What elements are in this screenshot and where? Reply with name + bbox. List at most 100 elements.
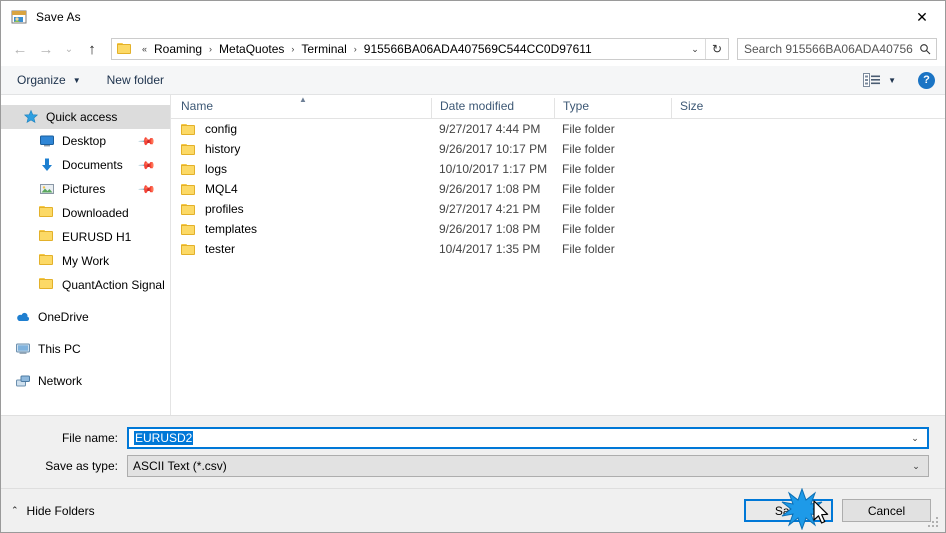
file-type-cell: File folder <box>562 142 615 156</box>
breadcrumb-item-1[interactable]: MetaQuotes <box>217 42 286 56</box>
title-bar: Save As ✕ <box>1 1 945 32</box>
filetype-select[interactable]: ASCII Text (*.csv) ⌄ <box>127 455 929 477</box>
file-name-cell: logs <box>171 162 431 176</box>
filetype-label: Save as type: <box>45 459 118 473</box>
breadcrumb-item-2[interactable]: Terminal <box>299 42 348 56</box>
search-icon <box>913 43 936 55</box>
dialog-body: Quick access Desktop 📌 Documents 📌 Pictu… <box>1 95 945 416</box>
file-date-cell: 9/26/2017 1:08 PM <box>439 182 541 196</box>
hide-folders-button[interactable]: ⌃ Hide Folders <box>11 504 95 518</box>
sidebar-item-network[interactable]: Network <box>1 369 170 393</box>
sidebar-item-desktop[interactable]: Desktop 📌 <box>1 129 170 153</box>
table-row[interactable]: config 9/27/2017 4:44 PM File folder <box>171 119 945 139</box>
file-name-cell: profiles <box>171 202 431 216</box>
sidebar-item-my-work[interactable]: My Work <box>1 249 170 273</box>
pin-icon[interactable]: 📌 <box>138 180 157 198</box>
folder-icon <box>181 223 197 236</box>
chevron-down-icon[interactable]: ⌄ <box>903 433 927 444</box>
network-icon <box>15 373 31 389</box>
folder-icon <box>181 243 197 256</box>
sidebar-item-eurusd-h1[interactable]: EURUSD H1 <box>1 225 170 249</box>
file-name-cell: tester <box>171 242 431 256</box>
file-date-cell: 9/27/2017 4:21 PM <box>439 202 541 216</box>
column-header-size[interactable]: Size <box>671 98 751 118</box>
sidebar-item-pictures[interactable]: Pictures 📌 <box>1 177 170 201</box>
recent-locations-button[interactable]: ⌄ <box>59 36 79 62</box>
file-date-cell: 10/4/2017 1:35 PM <box>439 242 541 256</box>
search-input[interactable]: Search 915566BA06ADA40756... <box>737 38 937 60</box>
save-button[interactable]: Save <box>744 499 833 522</box>
table-row[interactable]: logs 10/10/2017 1:17 PM File folder <box>171 159 945 179</box>
sidebar-item-quick-access[interactable]: Quick access <box>1 105 170 129</box>
command-bar-right: ▼ ? <box>863 71 935 89</box>
file-name-label: templates <box>205 222 258 236</box>
folder-icon <box>39 205 55 221</box>
address-bar[interactable]: « Roaming › MetaQuotes › Terminal › 9155… <box>111 38 729 60</box>
file-name-label: profiles <box>205 202 244 216</box>
back-button[interactable]: ← <box>7 36 33 62</box>
new-folder-button[interactable]: New folder <box>107 73 164 87</box>
chevron-down-icon[interactable]: ▼ <box>888 76 896 85</box>
navigation-bar: ← → ⌄ ↑ « Roaming › MetaQuotes › Termina… <box>1 32 945 66</box>
organize-button[interactable]: Organize ▼ <box>17 73 81 87</box>
dialog-footer: ⌃ Hide Folders Save Cancel <box>1 488 945 532</box>
file-date-cell: 9/27/2017 4:44 PM <box>439 122 541 136</box>
sidebar-item-label: My Work <box>62 254 110 268</box>
chevron-down-icon[interactable]: ⌄ <box>685 39 705 59</box>
column-header-date-modified[interactable]: Date modified <box>431 98 554 118</box>
sidebar-item-label: Pictures <box>62 182 106 196</box>
star-icon <box>23 109 39 125</box>
onedrive-icon <box>15 309 31 325</box>
folder-icon <box>181 203 197 216</box>
sidebar-item-downloaded[interactable]: Downloaded <box>1 201 170 225</box>
close-icon[interactable]: ✕ <box>899 1 945 32</box>
file-date-cell: 10/10/2017 1:17 PM <box>439 162 548 176</box>
file-name-cell: config <box>171 122 431 136</box>
chevron-right-icon: › <box>291 44 295 54</box>
sidebar-item-quantaction-signal[interactable]: QuantAction Signal <box>1 273 170 297</box>
organize-label: Organize <box>17 73 66 87</box>
folder-icon <box>117 42 133 56</box>
chevron-down-icon[interactable]: ⌄ <box>904 461 928 472</box>
filetype-value: ASCII Text (*.csv) <box>133 459 227 473</box>
breadcrumb-overflow[interactable]: « <box>137 44 152 54</box>
filename-input[interactable]: EURUSD2 ⌄ <box>127 427 929 449</box>
table-row[interactable]: templates 9/26/2017 1:08 PM File folder <box>171 219 945 239</box>
sidebar-item-label: EURUSD H1 <box>62 230 132 244</box>
refresh-icon[interactable]: ↻ <box>705 39 728 59</box>
table-row[interactable]: profiles 9/27/2017 4:21 PM File folder <box>171 199 945 219</box>
help-button[interactable]: ? <box>918 71 935 89</box>
view-options-icon[interactable] <box>863 73 881 87</box>
table-row[interactable]: history 9/26/2017 10:17 PM File folder <box>171 139 945 159</box>
breadcrumb: « Roaming › MetaQuotes › Terminal › 9155… <box>137 42 685 56</box>
up-button[interactable]: ↑ <box>79 36 105 62</box>
folder-icon <box>181 143 197 156</box>
chevron-up-icon: ⌃ <box>11 505 19 515</box>
sidebar-item-documents[interactable]: Documents 📌 <box>1 153 170 177</box>
breadcrumb-item-3[interactable]: 915566BA06ADA407569C544CC0D97611 <box>362 42 594 56</box>
file-list: ▲ Name Date modified Type Size config 9/… <box>171 95 945 415</box>
sidebar-item-label: Network <box>38 374 83 388</box>
sidebar-item-this-pc[interactable]: This PC <box>1 337 170 361</box>
file-type-cell: File folder <box>562 182 615 196</box>
search-placeholder: Search 915566BA06ADA40756... <box>744 42 914 56</box>
chevron-right-icon: › <box>209 44 213 54</box>
window-title: Save As <box>36 9 81 24</box>
table-row[interactable]: MQL4 9/26/2017 1:08 PM File folder <box>171 179 945 199</box>
sidebar-item-label: Quick access <box>46 110 118 124</box>
table-row[interactable]: tester 10/4/2017 1:35 PM File folder <box>171 239 945 259</box>
pin-icon[interactable]: 📌 <box>138 132 157 150</box>
folder-icon <box>39 277 55 293</box>
save-as-dialog: Save As ✕ ← → ⌄ ↑ « Roaming › MetaQuotes… <box>0 0 946 533</box>
breadcrumb-item-0[interactable]: Roaming <box>152 42 204 56</box>
column-header-type[interactable]: Type <box>554 98 671 118</box>
sort-ascending-icon: ▲ <box>299 95 307 104</box>
forward-button[interactable]: → <box>33 36 59 62</box>
sidebar-item-onedrive[interactable]: OneDrive <box>1 305 170 329</box>
navigation-pane: Quick access Desktop 📌 Documents 📌 Pictu… <box>1 95 171 415</box>
pin-icon[interactable]: 📌 <box>138 156 157 174</box>
file-type-cell: File folder <box>562 202 615 216</box>
cancel-button[interactable]: Cancel <box>842 499 931 522</box>
resize-grip[interactable] <box>928 517 940 529</box>
new-folder-label: New folder <box>106 73 164 87</box>
